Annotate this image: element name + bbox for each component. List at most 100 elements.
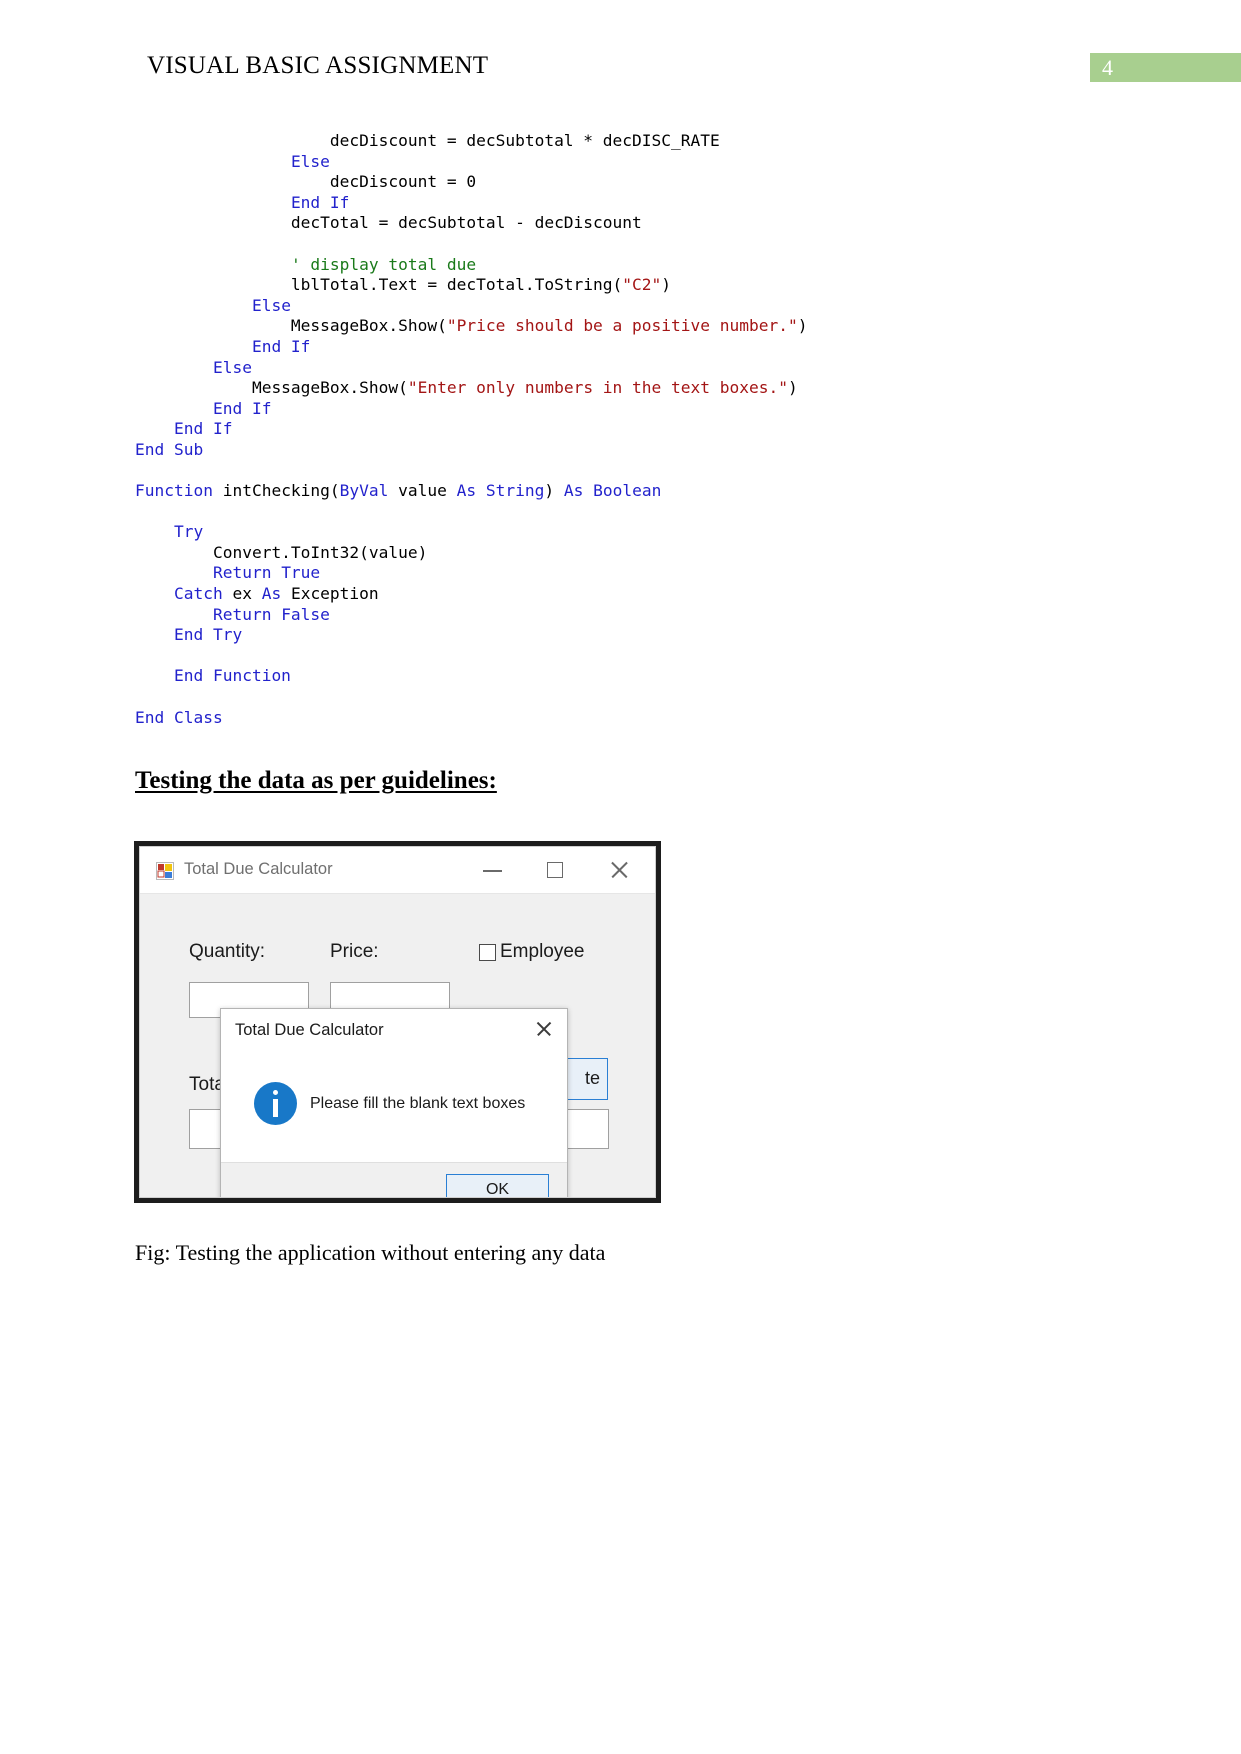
code-line: decDiscount = decSubtotal * decDISC_RATE (135, 131, 1135, 152)
code-token: Else (251, 295, 291, 315)
figure-caption: Fig: Testing the application without ent… (135, 1240, 606, 1265)
code-token: Return False (212, 604, 330, 624)
code-line: Return True (135, 563, 1135, 584)
code-token: As Boolean (563, 481, 662, 501)
code-block: decDiscount = decSubtotal * decDISC_RATE… (135, 131, 1135, 728)
code-line: decTotal = decSubtotal - decDiscount (135, 213, 1135, 234)
code-token: "C2" (622, 275, 662, 295)
dialog-close-button[interactable] (527, 1014, 561, 1044)
page-number: 4 (1102, 55, 1113, 80)
code-token: Else (212, 357, 252, 377)
code-token: Exception (281, 584, 379, 604)
code-line: Return False (135, 605, 1135, 626)
code-line: ' display total due (135, 255, 1135, 276)
code-token: End If (290, 192, 350, 212)
code-token: MessageBox.Show( (135, 316, 447, 336)
code-line: MessageBox.Show("Enter only numbers in t… (135, 378, 1135, 399)
quantity-label: Quantity: (189, 941, 266, 962)
close-button[interactable] (596, 847, 642, 893)
code-token: End Try (173, 625, 243, 645)
page-header: VISUAL BASIC ASSIGNMENT 4 (0, 52, 1241, 84)
code-token: ' display total due (290, 254, 477, 274)
code-token: End Function (173, 666, 291, 686)
code-line: End If (135, 193, 1135, 214)
code-line: decDiscount = 0 (135, 172, 1135, 193)
code-token: ) (787, 378, 798, 398)
code-token: Else (290, 151, 330, 171)
dialog-ok-button[interactable]: OK (446, 1174, 549, 1197)
info-icon-stem (273, 1099, 278, 1117)
code-token: End If (251, 336, 311, 356)
maximize-icon (547, 862, 563, 878)
code-line: lblTotal.Text = decTotal.ToString("C2") (135, 275, 1135, 296)
information-icon (254, 1082, 297, 1125)
vb-form-body: Quantity: Price: Employee Total te Total… (140, 894, 655, 1197)
page-number-band: 4 (1090, 53, 1241, 82)
code-token: "Enter only numbers in the text boxes." (407, 378, 788, 398)
minimize-icon (483, 870, 502, 872)
code-token: Catch (173, 584, 223, 604)
vb-window-title: Total Due Calculator (184, 860, 333, 878)
code-token: decDiscount = 0 (135, 172, 477, 192)
code-token: decDiscount = decSubtotal * decDISC_RATE (135, 131, 720, 150)
code-line: End If (135, 419, 1135, 440)
code-token: intChecking( (212, 481, 340, 501)
code-line: Function intChecking(ByVal value As Stri… (135, 481, 1135, 502)
code-token: lblTotal.Text = decTotal.ToString( (135, 275, 623, 295)
code-line: End Function (135, 666, 1135, 687)
dialog-title: Total Due Calculator (235, 1021, 384, 1039)
code-token: End If (212, 398, 272, 418)
dialog-message: Please fill the blank text boxes (310, 1095, 526, 1112)
code-token: Function (135, 481, 213, 501)
code-line: End Class (135, 708, 1135, 729)
employee-checkbox[interactable] (479, 944, 496, 961)
price-label: Price: (330, 941, 379, 962)
code-token: "Price should be a positive number." (446, 316, 798, 336)
info-icon-dot (273, 1090, 278, 1095)
code-token: ) (797, 316, 808, 336)
code-line: Else (135, 152, 1135, 173)
vb-form-window: Total Due Calculator Quantity: Price: Em… (139, 846, 656, 1198)
code-token: End If (173, 419, 233, 439)
code-line: End If (135, 337, 1135, 358)
code-line: End If (135, 399, 1135, 420)
message-dialog: Total Due Calculator Please fill the bla… (220, 1008, 568, 1197)
code-line: Catch ex As Exception (135, 584, 1135, 605)
screenshot-figure: Total Due Calculator Quantity: Price: Em… (134, 841, 661, 1203)
document-title: VISUAL BASIC ASSIGNMENT (147, 52, 489, 79)
vb-window-titlebar: Total Due Calculator (140, 847, 655, 894)
code-line: End Try (135, 625, 1135, 646)
code-token: End Sub (135, 439, 204, 459)
code-token: Return True (212, 563, 321, 583)
minimize-button[interactable] (470, 847, 516, 893)
code-line: MessageBox.Show("Price should be a posit… (135, 316, 1135, 337)
code-token: As (261, 584, 282, 604)
code-token: value (388, 481, 457, 501)
code-line: Try (135, 522, 1135, 543)
code-token: decTotal = decSubtotal - decDiscount (135, 213, 642, 233)
code-token: As String (456, 481, 545, 501)
dialog-footer: OK (221, 1162, 567, 1197)
code-token: End Class (135, 707, 223, 727)
maximize-button[interactable] (533, 847, 579, 893)
code-token: ex (222, 584, 262, 604)
